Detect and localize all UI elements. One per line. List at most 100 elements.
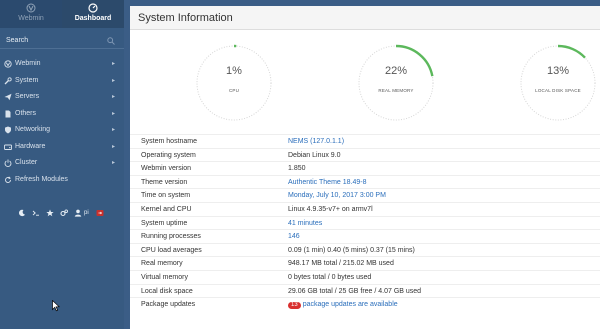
local-disk-gauge: 13% LOCAL DISK SPACE bbox=[518, 43, 598, 123]
table-row: Virtual memory 0 bytes total / 0 bytes u… bbox=[130, 270, 600, 284]
table-row: Real memory 948.17 MB total / 215.02 MB … bbox=[130, 256, 600, 270]
cpu-value: 1% bbox=[226, 65, 242, 77]
moon-icon[interactable] bbox=[18, 209, 26, 217]
table-row: Operating system Debian Linux 9.0 bbox=[130, 147, 600, 162]
chevron-right-icon: ▸ bbox=[111, 143, 115, 150]
logout-icon[interactable] bbox=[96, 209, 104, 217]
file-icon bbox=[5, 110, 11, 117]
row-value: 29.06 GB total / 25 GB free / 4.07 GB us… bbox=[288, 287, 422, 295]
sidebar-item-label: Webmin bbox=[15, 60, 41, 67]
row-value: 0 bytes total / 0 bytes used bbox=[288, 274, 372, 281]
chevron-right-icon: ▸ bbox=[111, 110, 115, 117]
webmin-logo-icon bbox=[26, 3, 36, 13]
main-area: System Information 1% CPU 22% REAL MEMOR… bbox=[124, 0, 600, 329]
hostname-link[interactable]: NEMS (127.0.1.1) bbox=[288, 138, 344, 146]
package-updates-link[interactable]: package updates are available bbox=[303, 301, 398, 308]
sidebar-item-label: Servers bbox=[15, 93, 40, 100]
sidebar-item-networking[interactable]: Networking ▸ bbox=[0, 123, 124, 137]
row-key: Kernel and CPU bbox=[141, 206, 192, 213]
tab-dashboard-label: Dashboard bbox=[74, 15, 112, 22]
row-key: Operating system bbox=[141, 151, 196, 159]
row-key: System uptime bbox=[141, 219, 188, 227]
running-processes-link[interactable]: 146 bbox=[288, 233, 300, 241]
row-key: Webmin version bbox=[141, 165, 192, 173]
webmin-logo-icon bbox=[4, 60, 12, 68]
row-key: Virtual memory bbox=[141, 274, 188, 281]
hdd-icon bbox=[4, 144, 12, 150]
package-updates-value[interactable]: 13 package updates are available bbox=[288, 301, 398, 310]
table-row: Time on system Monday, July 10, 2017 3:0… bbox=[130, 188, 600, 202]
user-icon[interactable] bbox=[74, 209, 82, 217]
sidebar-item-refresh-modules[interactable]: Refresh Modules bbox=[0, 173, 124, 187]
system-information-panel: System Information 1% CPU 22% REAL MEMOR… bbox=[130, 6, 600, 329]
local-disk-label: LOCAL DISK SPACE bbox=[535, 88, 581, 93]
cpu-gauge-ring bbox=[195, 44, 273, 122]
row-key: Package updates bbox=[141, 301, 196, 309]
theme-version-link[interactable]: Authentic Theme 18.49-8 bbox=[288, 179, 366, 187]
row-key: Running processes bbox=[141, 233, 201, 241]
sidebar-toolbar: pi bbox=[0, 207, 124, 219]
wrench-icon bbox=[4, 76, 12, 84]
uptime-link[interactable]: 41 minutes bbox=[288, 220, 322, 228]
cpu-label: CPU bbox=[228, 88, 240, 93]
table-row: Theme version Authentic Theme 18.49-8 bbox=[130, 174, 600, 189]
power-icon bbox=[4, 159, 12, 167]
terminal-icon[interactable] bbox=[32, 209, 40, 217]
sidebar: Webmin Dashboard Search Webmin ▸ System … bbox=[0, 0, 124, 329]
real-memory-gauge-ring bbox=[357, 44, 435, 122]
real-memory-gauge: 22% REAL MEMORY bbox=[356, 43, 436, 123]
dashboard-icon bbox=[88, 3, 98, 13]
refresh-icon bbox=[5, 176, 11, 183]
sidebar-item-label: Others bbox=[15, 109, 37, 117]
updates-count-badge[interactable]: 13 bbox=[288, 302, 301, 310]
sidebar-tabs: Webmin Dashboard bbox=[0, 0, 124, 28]
username-label: pi bbox=[84, 210, 89, 216]
local-disk-value: 13% bbox=[546, 65, 570, 77]
cogs-icon[interactable] bbox=[60, 209, 68, 217]
sidebar-item-others[interactable]: Others ▸ bbox=[0, 107, 124, 121]
table-row: Kernel and CPU Linux 4.9.35-v7+ on armv7… bbox=[130, 202, 600, 216]
row-value: Debian Linux 9.0 bbox=[288, 151, 341, 159]
real-memory-value: 22% bbox=[384, 65, 408, 77]
sidebar-search[interactable]: Search bbox=[0, 33, 124, 49]
search-icon[interactable] bbox=[107, 37, 115, 45]
sidebar-item-label: Refresh Modules bbox=[15, 175, 68, 183]
table-row: System uptime 41 minutes bbox=[130, 215, 600, 230]
panel-header: System Information bbox=[130, 6, 600, 30]
table-row: Local disk space 29.06 GB total / 25 GB … bbox=[130, 283, 600, 298]
tab-webmin-label: Webmin bbox=[18, 15, 44, 22]
sidebar-item-servers[interactable]: Servers ▸ bbox=[0, 90, 124, 104]
time-on-system-link[interactable]: Monday, July 10, 2017 3:00 PM bbox=[288, 192, 386, 200]
sidebar-item-label: System bbox=[15, 76, 39, 84]
chevron-right-icon: ▸ bbox=[111, 160, 115, 166]
table-row: System hostname NEMS (127.0.1.1) bbox=[130, 134, 600, 148]
page-title: System Information bbox=[138, 12, 233, 24]
table-row: Webmin version 1.850 bbox=[130, 161, 600, 175]
row-value: 948.17 MB total / 215.02 MB used bbox=[288, 260, 394, 268]
chevron-right-icon: ▸ bbox=[111, 61, 115, 67]
table-row: Running processes 146 bbox=[130, 229, 600, 243]
row-value: 0.09 (1 min) 0.40 (5 mins) 0.37 (15 mins… bbox=[288, 246, 415, 254]
sidebar-item-label: Hardware bbox=[15, 142, 46, 150]
sidebar-item-hardware[interactable]: Hardware ▸ bbox=[0, 140, 124, 154]
paper-plane-icon bbox=[4, 93, 12, 101]
row-key: Local disk space bbox=[141, 287, 193, 295]
search-label: Search bbox=[6, 37, 29, 44]
table-row: CPU load averages 0.09 (1 min) 0.40 (5 m… bbox=[130, 242, 600, 257]
local-disk-gauge-ring bbox=[519, 44, 597, 122]
table-row: Package updates 13 package updates are av… bbox=[130, 297, 600, 311]
star-icon[interactable] bbox=[46, 209, 54, 217]
tab-webmin[interactable]: Webmin bbox=[0, 0, 62, 28]
cpu-gauge: 1% CPU bbox=[194, 43, 274, 123]
row-key: Time on system bbox=[141, 192, 191, 200]
sidebar-item-cluster[interactable]: Cluster ▸ bbox=[0, 156, 124, 170]
tab-dashboard[interactable]: Dashboard bbox=[62, 0, 124, 28]
chevron-right-icon: ▸ bbox=[111, 127, 115, 133]
sidebar-item-webmin[interactable]: Webmin ▸ bbox=[0, 57, 124, 71]
sidebar-item-label: Cluster bbox=[15, 159, 38, 166]
real-memory-label: REAL MEMORY bbox=[378, 88, 414, 93]
sidebar-item-system[interactable]: System ▸ bbox=[0, 74, 124, 88]
row-key: Real memory bbox=[141, 260, 183, 268]
sidebar-item-label: Networking bbox=[15, 126, 51, 133]
shield-icon bbox=[5, 126, 11, 134]
